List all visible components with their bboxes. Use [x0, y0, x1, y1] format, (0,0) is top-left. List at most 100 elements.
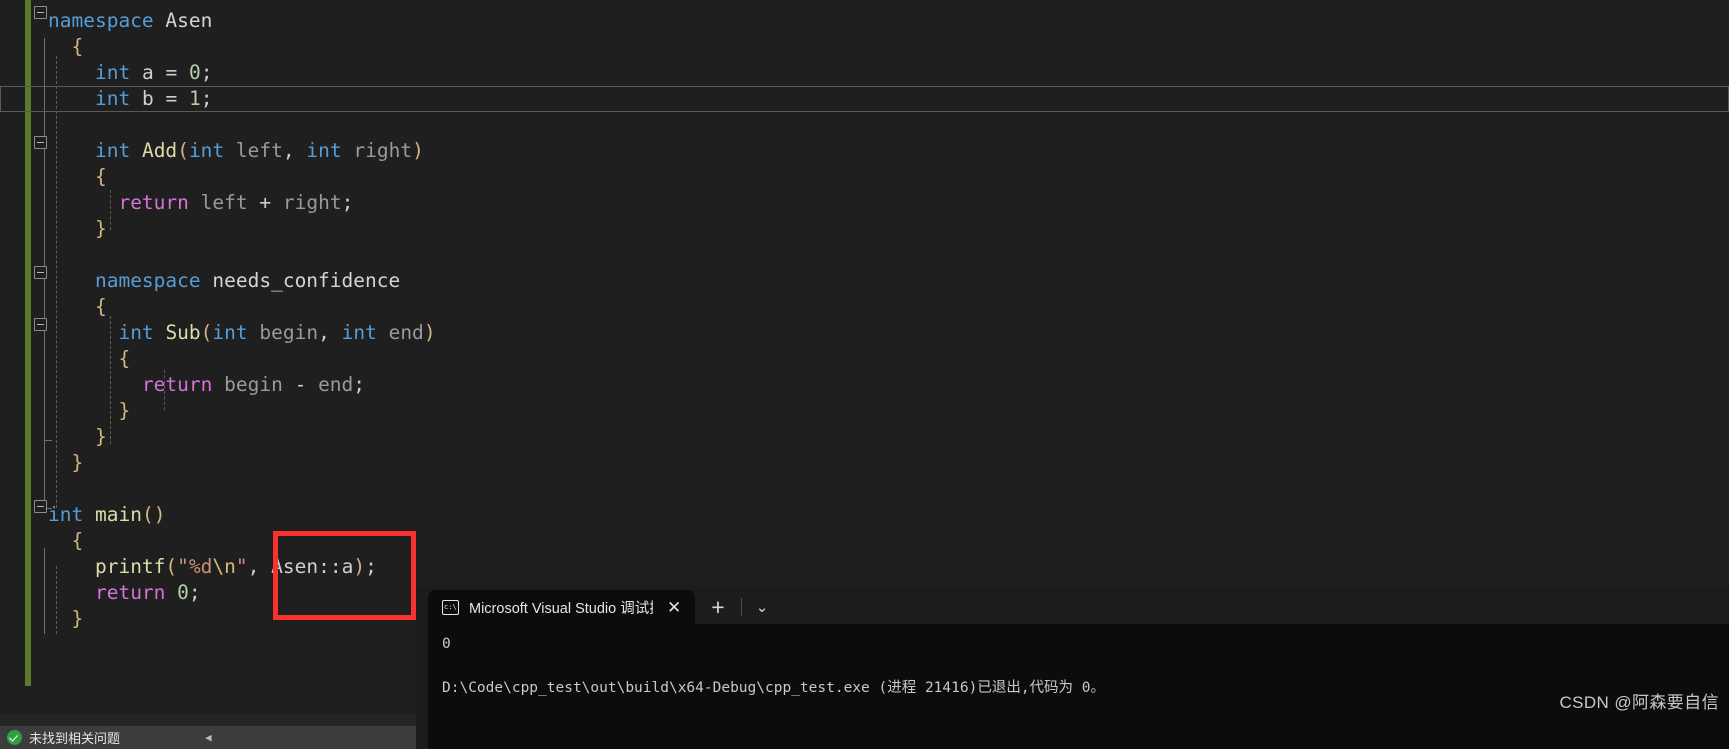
code-token: end [318, 373, 354, 396]
code-token: main [94, 503, 142, 526]
code-line[interactable]: namespace needs_confidence [0, 268, 1729, 294]
code-token: left [235, 139, 283, 162]
code-line[interactable] [0, 112, 1729, 138]
code-token: } [71, 607, 84, 630]
code-token: 0 [188, 61, 201, 84]
code-token: { [71, 529, 84, 552]
code-token: :: [318, 555, 342, 578]
code-line[interactable]: return begin - end; [0, 372, 1729, 398]
code-line[interactable]: { [0, 346, 1729, 372]
editor-horizontal-scrollbar[interactable] [0, 714, 416, 726]
code-line[interactable] [0, 476, 1729, 502]
code-token: () [141, 503, 166, 526]
code-line[interactable]: } [0, 424, 1729, 450]
code-token: - [282, 373, 319, 396]
new-terminal-button[interactable]: + [695, 595, 740, 619]
code-line[interactable]: { [0, 34, 1729, 60]
csdn-watermark: CSDN @阿森要自信 [1559, 693, 1719, 712]
code-line[interactable]: int b = 1; [0, 86, 1729, 112]
code-token: ) [423, 321, 436, 344]
code-line[interactable] [0, 242, 1729, 268]
terminal-output[interactable]: 0 D:\Code\cpp_test\out\build\x64-Debug\c… [428, 624, 1729, 749]
code-token: return [94, 581, 166, 604]
code-token: } [94, 217, 107, 240]
terminal-actions: + ⌄ [695, 590, 782, 624]
code-line[interactable]: return left + right; [0, 190, 1729, 216]
code-token: a [141, 61, 154, 84]
code-token: int [94, 61, 131, 84]
code-token: return [118, 191, 189, 214]
code-token: ; [188, 581, 201, 604]
code-token: ; [341, 191, 354, 214]
terminal-tab-label: Microsoft Visual Studio 调试控 [469, 600, 653, 617]
code-line[interactable]: { [0, 294, 1729, 320]
code-token: + [247, 191, 283, 214]
code-token: { [94, 295, 107, 318]
chevron-down-icon[interactable]: ⌄ [742, 600, 783, 615]
code-line[interactable]: int a = 0; [0, 60, 1729, 86]
code-token: namespace [48, 9, 154, 32]
close-icon[interactable]: ✕ [663, 599, 685, 616]
code-line[interactable]: namespace Asen [0, 8, 1729, 34]
code-line[interactable]: } [0, 216, 1729, 242]
code-line[interactable]: printf("%d\n", Asen::a); [0, 554, 1729, 580]
code-token: ; [353, 373, 366, 396]
code-token: ) [353, 555, 366, 578]
code-token: ( [200, 321, 213, 344]
code-token: Add [141, 139, 178, 162]
code-token: Asen [165, 9, 213, 32]
code-token: return [141, 373, 213, 396]
code-token: = [153, 87, 189, 110]
code-line[interactable]: int main() [0, 502, 1729, 528]
code-line[interactable]: } [0, 450, 1729, 476]
status-bar-collapse-arrow[interactable]: ◀ [205, 731, 212, 744]
code-line[interactable]: } [0, 398, 1729, 424]
code-token: begin [224, 373, 283, 396]
terminal-output-line: D:\Code\cpp_test\out\build\x64-Debug\cpp… [442, 680, 1106, 696]
code-token: int [48, 503, 84, 526]
check-circle-icon [7, 730, 22, 745]
terminal-tab-debug-console[interactable]: Microsoft Visual Studio 调试控 ✕ [428, 590, 696, 624]
code-line[interactable]: int Sub(int begin, int end) [0, 320, 1729, 346]
code-token: needs_confidence [212, 269, 401, 292]
code-token: end [388, 321, 424, 344]
code-token: ) [412, 139, 424, 162]
code-token: ; [200, 61, 213, 84]
code-line[interactable]: int Add(int left, int right) [0, 138, 1729, 164]
code-token: " [235, 555, 248, 578]
code-token: , [318, 321, 342, 344]
code-token: } [94, 425, 107, 448]
code-line[interactable]: { [0, 528, 1729, 554]
terminal-panel: Microsoft Visual Studio 调试控 ✕ + ⌄ 0 D:\C… [416, 586, 1729, 749]
code-token: Sub [165, 321, 201, 344]
vs-code-editor-window: namespace Asen { int a = 0; int b = 1; i… [0, 0, 1729, 749]
code-token: Asen [271, 555, 319, 578]
code-token: a [341, 555, 354, 578]
code-line[interactable]: { [0, 164, 1729, 190]
code-token: int [118, 321, 154, 344]
code-token: left [200, 191, 248, 214]
code-token: ; [200, 87, 213, 110]
